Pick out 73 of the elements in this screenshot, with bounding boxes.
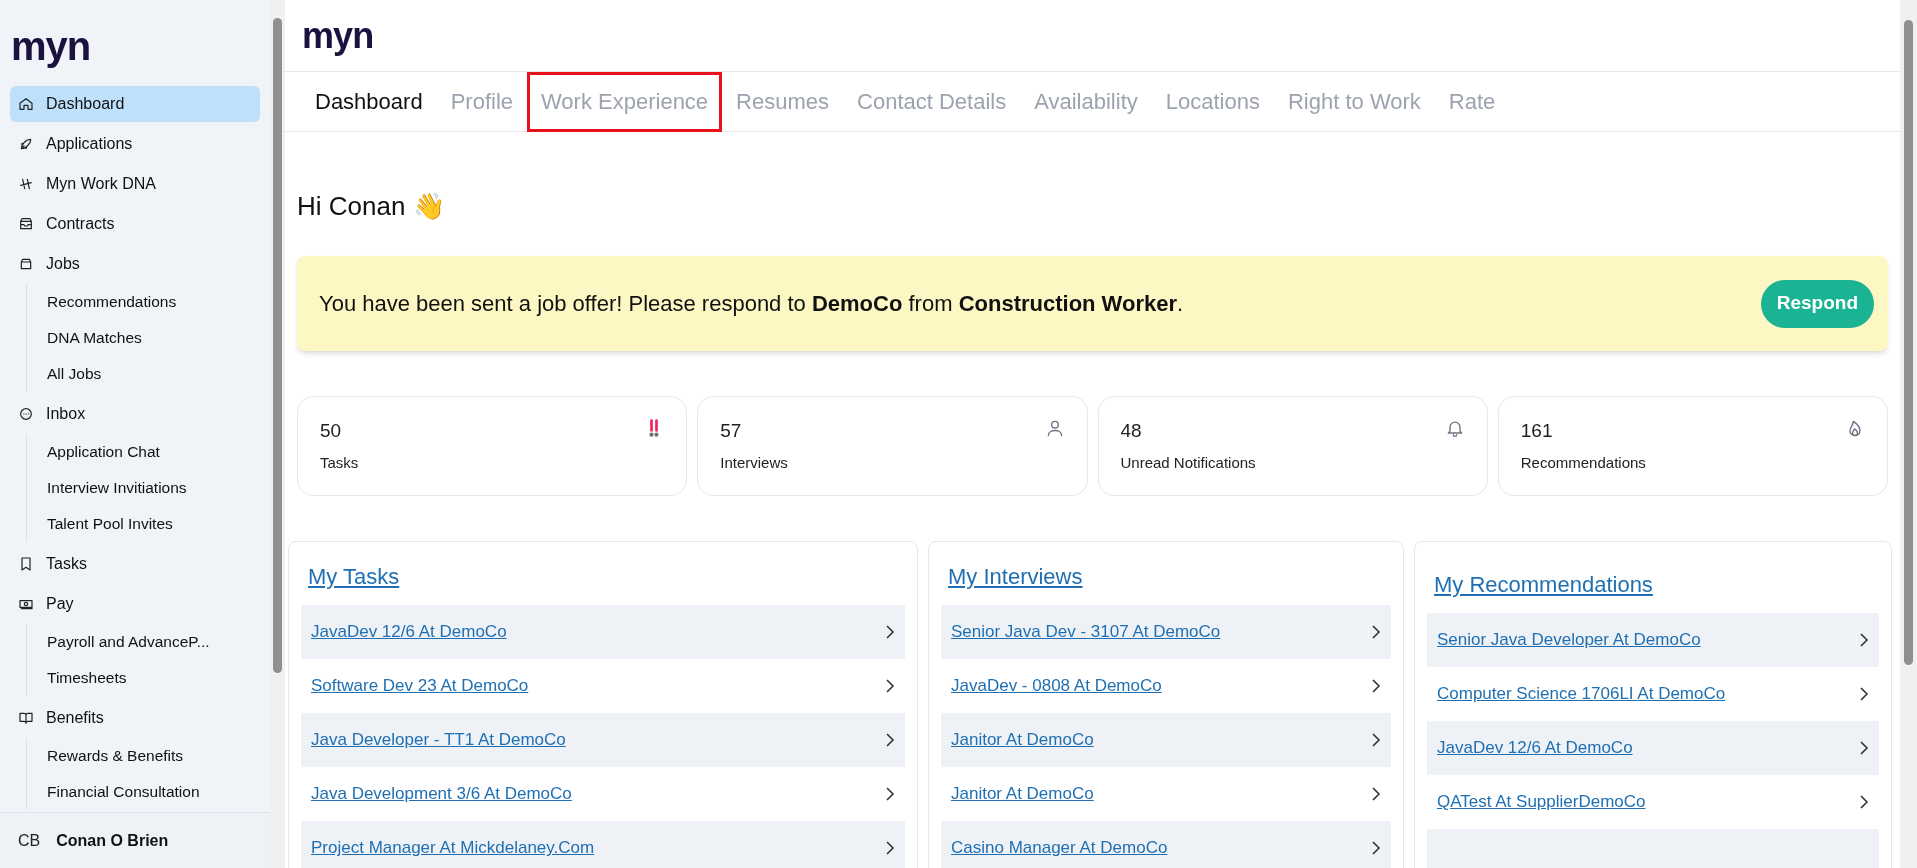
chevron-right-icon	[885, 840, 895, 856]
row-link[interactable]: Java Development 3/6 At DemoCo	[311, 781, 572, 807]
chevron-right-icon	[1859, 794, 1869, 810]
chevron-right-icon	[885, 732, 895, 748]
stat-label: Recommendations	[1520, 452, 1646, 473]
stat-label: Interviews	[720, 452, 788, 473]
chevron-right-icon	[885, 624, 895, 640]
stat-value: 161	[1520, 419, 1554, 443]
inbox-icon	[18, 216, 34, 232]
chevron-right-icon	[1859, 740, 1869, 756]
sidebar-subitem[interactable]: Payroll and AdvanceP...	[27, 624, 260, 660]
sidebar-item[interactable]: Pay	[10, 586, 260, 622]
user-name[interactable]: Conan O Brien	[56, 828, 169, 853]
sidebar-item[interactable]: Tasks	[10, 546, 260, 582]
chat-icon	[18, 406, 34, 422]
panel-title-link[interactable]: My Recommendations	[1434, 568, 1653, 601]
row-link[interactable]: JavaDev 12/6 At DemoCo	[311, 619, 507, 645]
row-link[interactable]: Janitor At DemoCo	[951, 727, 1094, 753]
row-link[interactable]: JavaDev - 0808 At DemoCo	[951, 673, 1162, 699]
book-icon	[18, 710, 34, 726]
sidebar-item[interactable]: Applications	[10, 126, 260, 162]
sidebar-subitem[interactable]: All Jobs	[27, 356, 260, 392]
row-link[interactable]: Software Dev 23 At DemoCo	[311, 673, 529, 699]
row-link[interactable]: JavaDev 12/6 At DemoCo	[1437, 735, 1633, 761]
home-icon	[18, 96, 34, 112]
stat-label: Unread Notifications	[1120, 452, 1256, 473]
nav-tab[interactable]: Dashboard	[301, 71, 437, 132]
sidebar-subitem[interactable]: DNA Matches	[27, 320, 260, 356]
sidebar-subitem[interactable]: Timesheets	[27, 660, 260, 696]
user-initials: CB	[18, 830, 41, 851]
chevron-right-icon	[1371, 732, 1381, 748]
stat-value: 50	[320, 419, 343, 443]
sidebar-item[interactable]: Benefits	[10, 700, 260, 736]
stat-value: 57	[720, 419, 743, 443]
row-link[interactable]: Computer Science 1706LI At DemoCo	[1437, 681, 1726, 707]
sidebar-item[interactable]: Dashboard	[10, 86, 260, 122]
sidebar-item[interactable]: Myn Work DNA	[10, 166, 260, 202]
row-link[interactable]: Senior Java Dev - 3107 At DemoCo	[951, 619, 1221, 645]
banner-message: You have been sent a job offer! Please respond to DemoCo from Construction Worker.	[319, 290, 1184, 318]
greeting: Hi Conan 👋	[297, 190, 445, 223]
logo: myn	[11, 26, 91, 66]
sidebar-subitem[interactable]: Application Chat	[27, 434, 260, 470]
sidebar-subitem[interactable]: Interview Invitiations	[27, 470, 260, 506]
sidebar-subitem[interactable]: Rewards & Benefits	[27, 738, 260, 774]
panel-title-link[interactable]: My Interviews	[948, 560, 1083, 593]
box-icon	[18, 256, 34, 272]
row-link[interactable]: Casino Manager At DemoCo	[951, 835, 1168, 861]
logo: myn	[302, 17, 374, 54]
chevron-right-icon	[1371, 840, 1381, 856]
chevron-right-icon	[885, 786, 895, 802]
sidebar-item[interactable]: Jobs	[10, 246, 260, 282]
row-link[interactable]: Project Manager At Mickdelaney.Com	[311, 835, 595, 861]
chevron-right-icon	[1371, 786, 1381, 802]
stat-value: 48	[1120, 419, 1143, 443]
sidebar-subitem[interactable]: Financial Consultation	[27, 774, 260, 810]
chevron-right-icon	[1371, 624, 1381, 640]
row-link[interactable]: Java Developer - TT1 At DemoCo	[311, 727, 566, 753]
chevron-right-icon	[1371, 678, 1381, 694]
row-link[interactable]: Janitor At DemoCo	[951, 781, 1094, 807]
chevron-right-icon	[885, 678, 895, 694]
bookmark-icon	[18, 556, 34, 572]
sidebar-item[interactable]: Contracts	[10, 206, 260, 242]
sidebar-subitem[interactable]: Talent Pool Invites	[27, 506, 260, 542]
row-link[interactable]: Senior Java Developer At DemoCo	[1437, 627, 1701, 653]
sidebar-item[interactable]: Inbox	[10, 396, 260, 432]
chevron-right-icon	[1859, 686, 1869, 702]
panel-title-link[interactable]: My Tasks	[308, 560, 400, 593]
rocket-icon	[18, 136, 34, 152]
dna-icon	[18, 176, 34, 192]
chevron-right-icon	[1859, 632, 1869, 648]
row-link[interactable]: QATest At SupplierDemoCo	[1437, 789, 1646, 815]
sidebar-subitem[interactable]: Recommendations	[27, 284, 260, 320]
stat-label: Tasks	[320, 452, 359, 473]
